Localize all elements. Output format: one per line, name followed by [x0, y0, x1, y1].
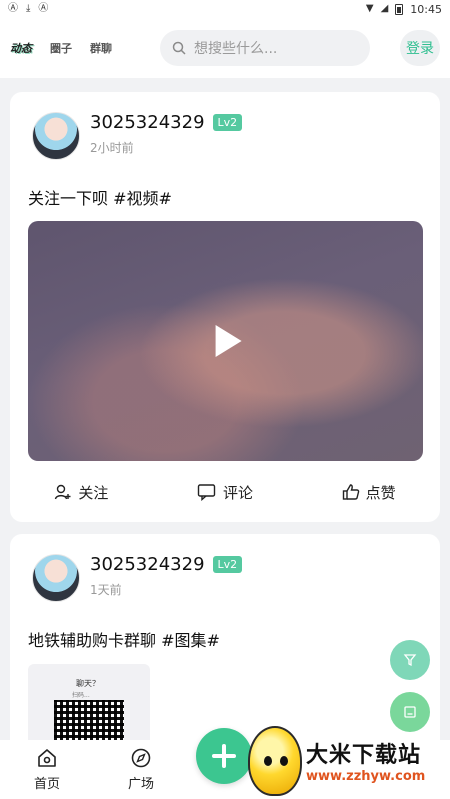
home-icon: [38, 749, 56, 767]
edit-icon: [404, 706, 416, 718]
post-author: 3025324329 Lv2 1天前: [32, 554, 243, 602]
follow-label: 关注: [78, 483, 109, 502]
login-button[interactable]: 登录: [400, 30, 440, 66]
watermark-title: 大米下载站: [306, 743, 422, 768]
search-icon: [172, 41, 186, 55]
nav-square-label: 广场: [127, 777, 154, 792]
video-player[interactable]: [28, 221, 423, 461]
post-text[interactable]: 关注一下呗 #视频#: [28, 185, 172, 209]
comment-label: 评论: [222, 483, 253, 502]
feed-tabs: 动态 圈子 群聊: [10, 40, 112, 56]
download-icon: ⤓: [26, 3, 31, 14]
status-time: 10:45: [410, 2, 442, 16]
username[interactable]: 3025324329: [90, 554, 205, 575]
post-actions: 关注 评论 点赞: [10, 480, 440, 504]
battery-icon: [395, 3, 404, 15]
filter-icon: [403, 654, 417, 667]
nav-square[interactable]: 广场: [96, 747, 186, 792]
notification-a-icon: Ⓐ: [8, 3, 18, 14]
like-button[interactable]: 点赞: [342, 482, 396, 503]
nav-home[interactable]: 首页: [2, 747, 92, 792]
search-placeholder: 想搜些什么...: [194, 41, 278, 57]
plus-icon: [212, 744, 236, 768]
avatar[interactable]: [32, 112, 80, 160]
play-icon[interactable]: [215, 325, 242, 357]
thumbs-up-icon: [342, 484, 359, 500]
username[interactable]: 3025324329: [90, 112, 205, 133]
compass-icon: [131, 748, 151, 768]
thumb-title: 聊天？: [76, 679, 100, 688]
tab-dongtai[interactable]: 动态: [10, 40, 32, 56]
search-input[interactable]: 想搜些什么...: [160, 30, 370, 66]
nav-home-label: 首页: [33, 777, 60, 792]
watermark: 大米下载站 www.zzhyw.com: [248, 722, 448, 799]
level-badge: Lv2: [212, 114, 243, 131]
status-bar: Ⓐ ⤓ Ⓐ ▼ ◢ 10:45: [0, 0, 450, 18]
tab-qunliao[interactable]: 群聊: [90, 40, 112, 56]
avatar[interactable]: [32, 554, 80, 602]
follow-button[interactable]: 关注: [54, 482, 108, 503]
post-time: 2小时前: [90, 141, 134, 155]
filter-button[interactable]: [390, 640, 430, 680]
tab-quanzi[interactable]: 圈子: [50, 40, 72, 56]
notification-a-icon-2: Ⓐ: [38, 3, 49, 14]
post-card[interactable]: 3025324329 Lv2 2小时前 关注一下呗 #视频# 关注 评论 点赞: [10, 92, 440, 522]
like-label: 点赞: [365, 483, 396, 502]
add-user-icon: [55, 484, 71, 500]
post-time: 1天前: [90, 583, 122, 597]
create-post-button[interactable]: [196, 728, 252, 784]
signal-icon: ◢: [380, 3, 389, 14]
post-text[interactable]: 地铁辅助购卡群聊 #图集#: [28, 627, 220, 651]
watermark-url: www.zzhyw.com: [306, 769, 426, 784]
watermark-logo: [248, 725, 302, 796]
wifi-icon: ▼: [365, 3, 374, 14]
top-nav: 动态 圈子 群聊 想搜些什么... 登录: [0, 18, 450, 78]
comment-button[interactable]: 评论: [197, 482, 253, 503]
comment-icon: [197, 484, 216, 501]
thumb-subtitle: 扫码...: [72, 692, 90, 699]
level-badge: Lv2: [212, 556, 243, 573]
post-author: 3025324329 Lv2 2小时前: [32, 112, 243, 160]
